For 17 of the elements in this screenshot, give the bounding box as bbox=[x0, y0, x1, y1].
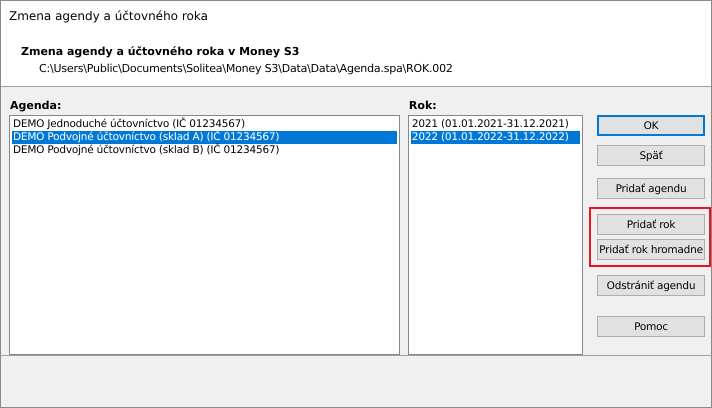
dialog-button[interactable]: Pridať rok bbox=[597, 214, 705, 235]
window-title: Zmena agendy a účtovného roka bbox=[9, 9, 209, 23]
agenda-label: Agenda: bbox=[10, 99, 62, 114]
agenda-item[interactable]: DEMO Podvojné účtovníctvo (sklad A) (IČ 01234567) bbox=[12, 131, 397, 144]
dialog-button[interactable]: Pomoc bbox=[597, 316, 705, 337]
dialog-button[interactable]: Odstrániť agendu bbox=[597, 275, 705, 296]
agenda-item[interactable]: DEMO Podvojné účtovníctvo (sklad B) (IČ 01234567) bbox=[12, 144, 397, 157]
dialog-button[interactable]: Späť bbox=[597, 145, 705, 166]
file-path: C:\Users\Public\Documents\Solitea\Money S3\Data\Data\Agenda.spa\ROK.002 bbox=[39, 62, 454, 75]
dialog-button[interactable]: Pridať rok hromadne bbox=[597, 239, 705, 260]
agenda-item[interactable]: DEMO Jednoduché účtovníctvo (IČ 01234567) bbox=[12, 118, 397, 131]
year-item[interactable]: 2021 (01.01.2021-31.12.2021) bbox=[410, 118, 580, 131]
dialog-heading: Zmena agendy a účtovného roka v Money S3 bbox=[21, 45, 300, 58]
dialog-button[interactable]: OK bbox=[597, 115, 705, 136]
dialog-button[interactable]: Pridať agendu bbox=[597, 178, 705, 199]
year-item[interactable]: 2022 (01.01.2022-31.12.2022) bbox=[410, 131, 580, 144]
year-label: Rok: bbox=[408, 99, 438, 114]
